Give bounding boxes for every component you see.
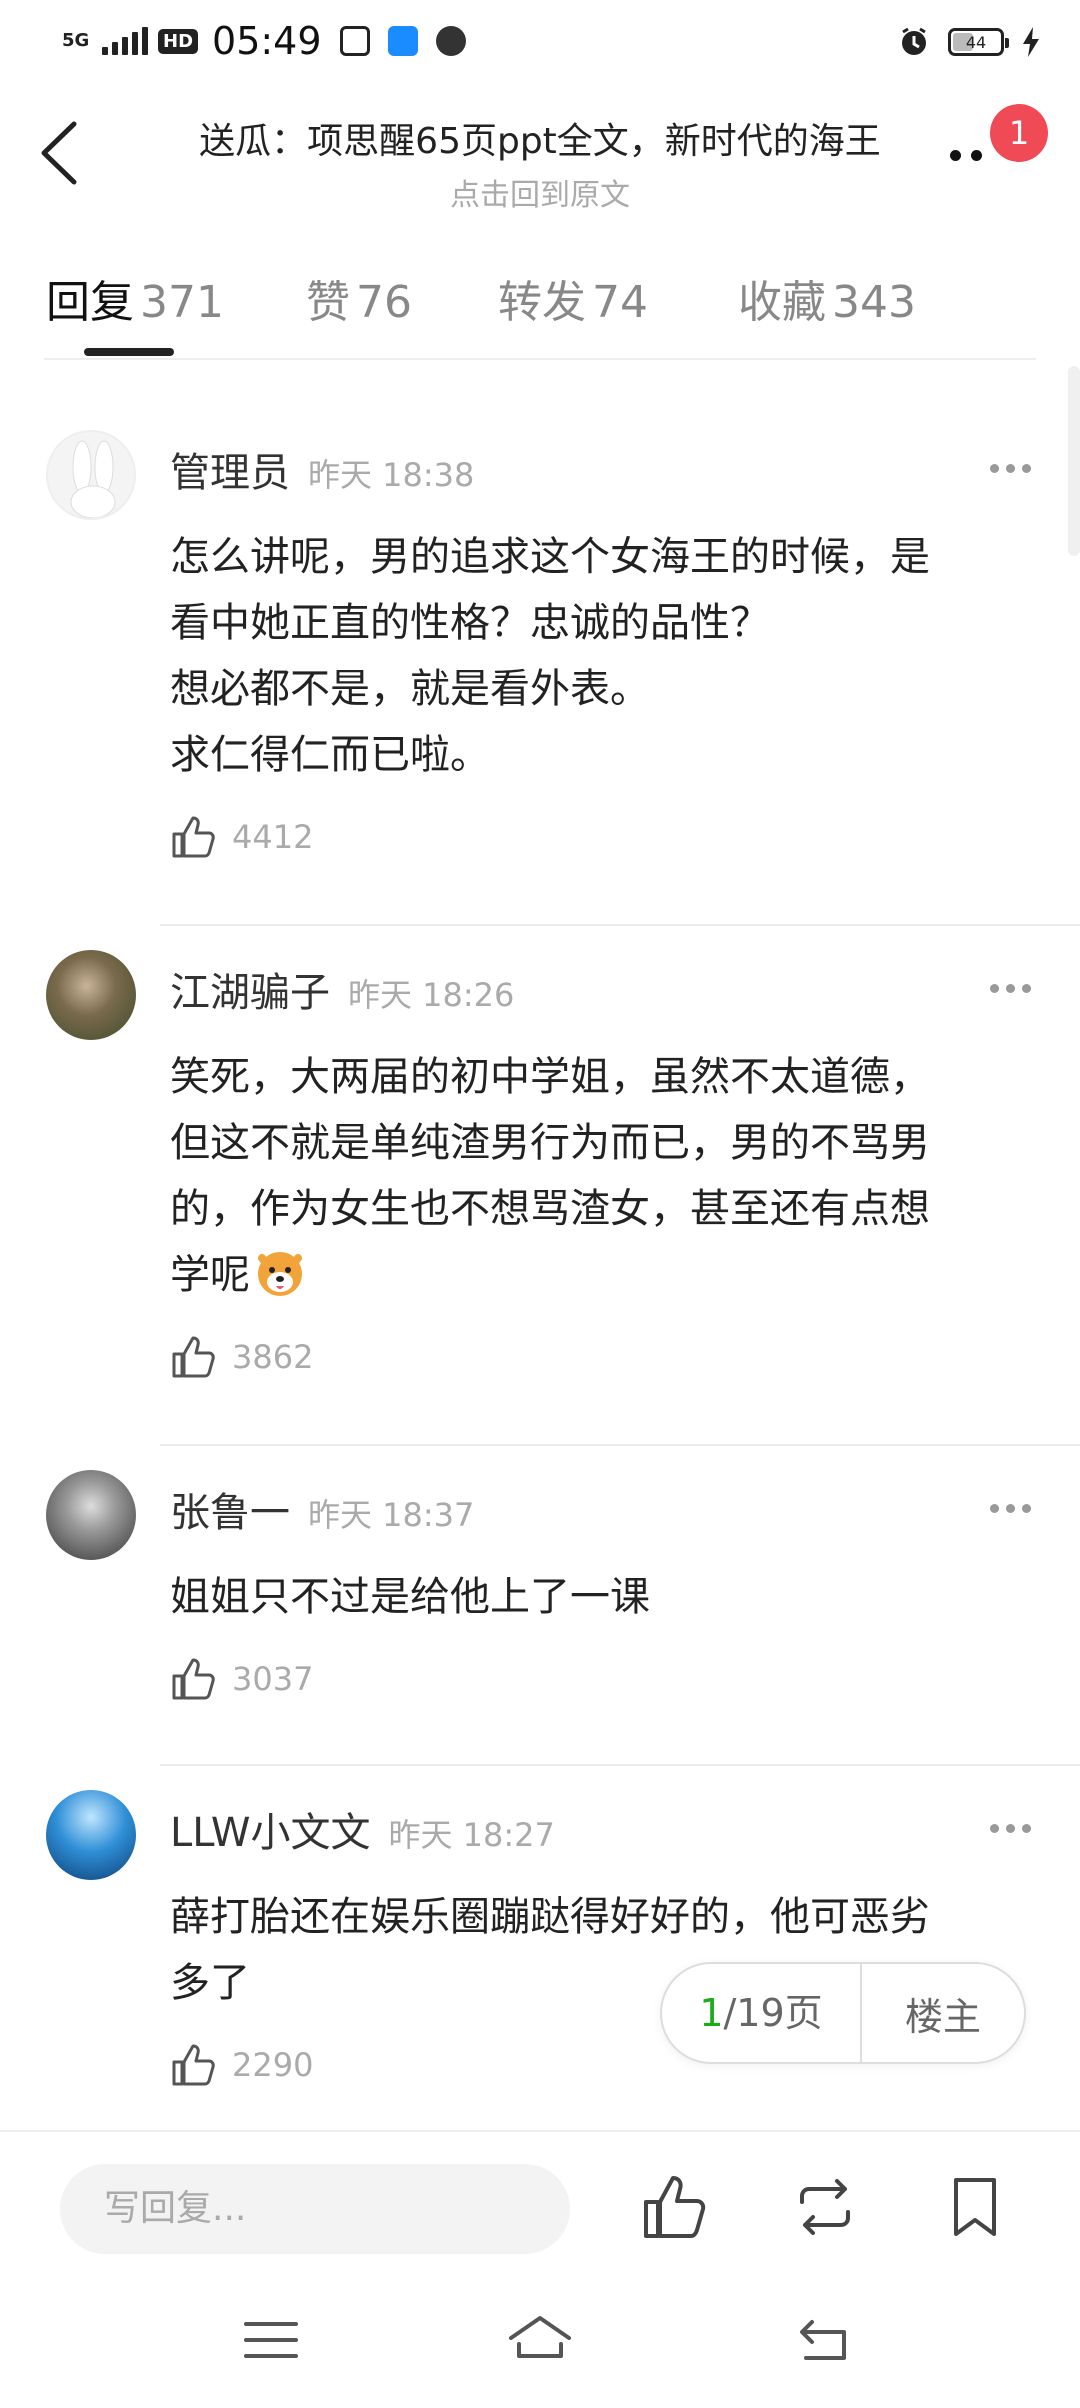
comment-author[interactable]: 江湖骗子 昨天 18:26: [170, 960, 514, 1018]
comment-author[interactable]: LLW小文文 昨天 18:27: [170, 1800, 555, 1858]
comment-author[interactable]: 张鲁一 昨天 18:37: [170, 1480, 474, 1538]
comment-text: 怎么讲呢，男的追求这个女海王的时候，是 看中她正直的性格？忠诚的品性？ 想必都不…: [170, 534, 930, 778]
page-navigator: 1/19页 楼主: [660, 1962, 1026, 2064]
avatar[interactable]: [46, 430, 136, 520]
comment-text: 姐姐只不过是给他上了一课: [170, 1574, 650, 1620]
divider: [160, 924, 1080, 926]
menu-icon[interactable]: [236, 2310, 306, 2370]
doge-emoji-icon: [258, 1252, 302, 1296]
active-tab-indicator: [84, 348, 174, 356]
like-count: 2290: [232, 2046, 314, 2084]
tab-reposts[interactable]: 转发 74: [498, 266, 648, 330]
comment-time: 昨天 18:26: [348, 976, 515, 1014]
divider: [160, 1764, 1080, 1766]
network-type: 5G: [62, 30, 90, 51]
tab-bar: 回复 371 赞 76 转发 74 收藏 343: [0, 240, 1080, 360]
more-menu-icon[interactable]: [950, 150, 982, 161]
divider: [44, 358, 1036, 360]
notification-badge: 1: [990, 104, 1048, 162]
back-arrow-icon[interactable]: [36, 118, 84, 188]
scrollbar[interactable]: [1068, 366, 1080, 556]
like-button[interactable]: 4412: [170, 814, 313, 860]
post-title-area[interactable]: 送瓜：项思醒65页ppt全文，新时代的海王 点击回到原文: [150, 112, 930, 214]
tab-likes[interactable]: 赞 76: [306, 266, 412, 330]
thumbs-up-icon: [172, 2044, 215, 2086]
comment-time: 昨天 18:38: [308, 456, 475, 494]
tab-favorites[interactable]: 收藏 343: [738, 266, 916, 330]
bookmark-icon[interactable]: [940, 2172, 1010, 2242]
comment-time: 昨天 18:27: [388, 1816, 555, 1854]
thumbs-up-icon: [172, 1658, 215, 1700]
comment-more-icon[interactable]: [990, 1824, 1031, 1833]
reply-input[interactable]: 写回复...: [60, 2164, 570, 2254]
comment-author[interactable]: 管理员 昨天 18:38: [170, 440, 474, 498]
cloud-icon: [435, 26, 466, 56]
comment-more-icon[interactable]: [990, 1504, 1031, 1513]
like-button[interactable]: 3037: [170, 1656, 313, 1702]
comment-text: 笑死，大两届的初中学姐，虽然不太道德， 但这不就是单纯渣男行为而已，男的不骂男 …: [170, 1054, 930, 1298]
battery-icon: 44: [948, 28, 1009, 56]
divider: [0, 2130, 1080, 2132]
back-to-post-link[interactable]: 点击回到原文: [150, 170, 930, 214]
like-count: 3862: [232, 1338, 314, 1376]
comment-time: 昨天 18:37: [308, 1496, 475, 1534]
app-notification-icon: [387, 26, 418, 56]
divider: [160, 1444, 1080, 1446]
thumbs-up-icon: [172, 1336, 215, 1378]
avatar[interactable]: [46, 1790, 136, 1880]
like-post-icon[interactable]: [640, 2172, 710, 2242]
avatar[interactable]: [46, 950, 136, 1040]
home-icon[interactable]: [505, 2310, 575, 2370]
like-count: 4412: [232, 818, 314, 856]
comment-more-icon[interactable]: [990, 984, 1031, 993]
hd-icon: HD: [158, 28, 199, 54]
thumbs-up-icon: [172, 816, 215, 858]
signal-icon: [102, 27, 148, 55]
comment-more-icon[interactable]: [990, 464, 1031, 473]
post-title: 送瓜：项思醒65页ppt全文，新时代的海王: [199, 121, 881, 162]
sim-icon: [339, 26, 370, 56]
page-indicator[interactable]: 1/19页: [662, 1962, 862, 2064]
system-nav-bar: [0, 2280, 1080, 2408]
avatar[interactable]: [46, 1470, 136, 1560]
like-button[interactable]: 2290: [170, 2042, 313, 2088]
tab-replies[interactable]: 回复 371: [46, 266, 224, 330]
status-bar: 5G HD 05:49 44: [0, 0, 1080, 90]
battery-level: 44: [965, 32, 987, 52]
repost-icon[interactable]: [790, 2172, 860, 2242]
charging-icon: [1023, 27, 1039, 57]
post-header: 送瓜：项思醒65页ppt全文，新时代的海王 点击回到原文 1: [0, 90, 1080, 220]
like-button[interactable]: 3862: [170, 1334, 313, 1380]
clock: 05:49: [212, 19, 322, 63]
like-count: 3037: [232, 1660, 314, 1698]
op-only-button[interactable]: 楼主: [862, 1986, 1024, 2041]
back-nav-icon[interactable]: [790, 2310, 860, 2370]
alarm-icon: [902, 27, 926, 55]
